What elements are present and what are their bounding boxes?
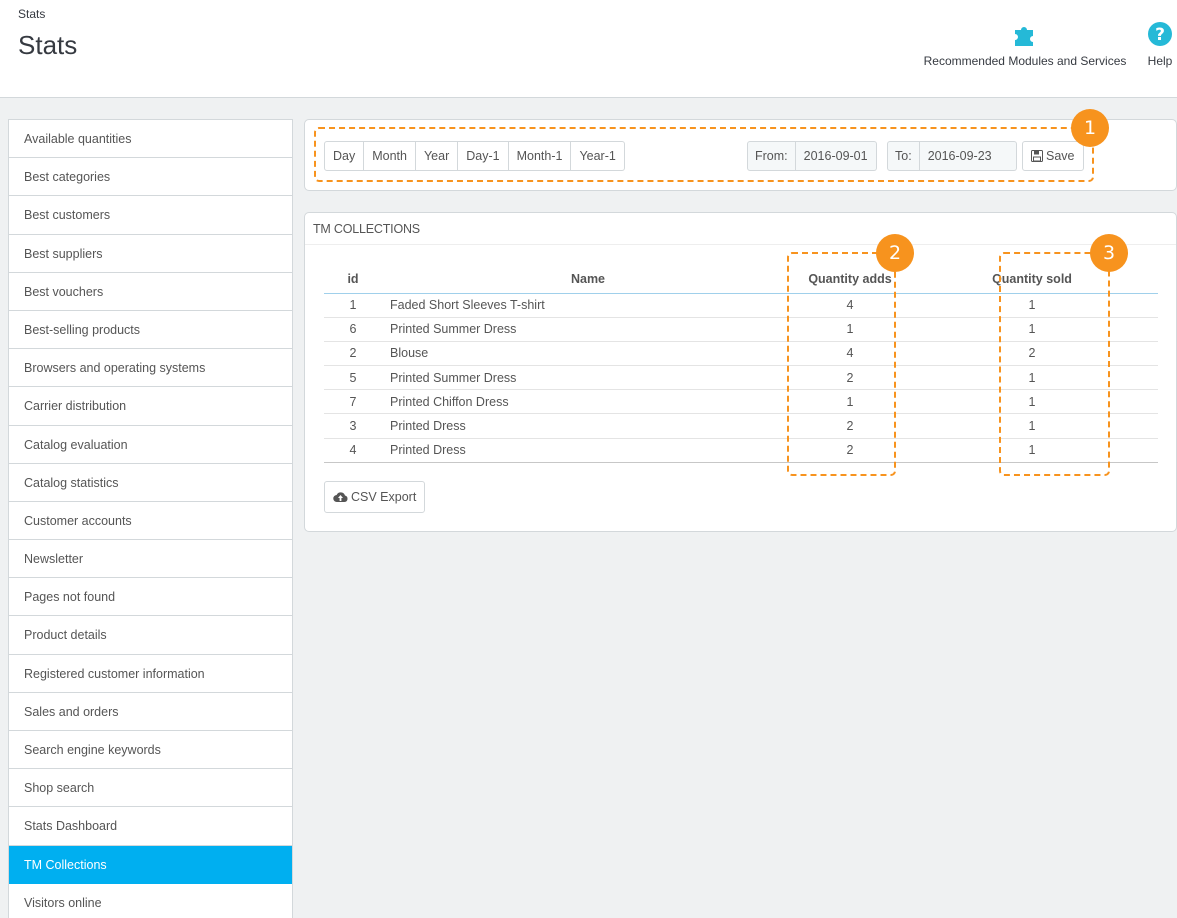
cell-id: 7 <box>324 389 382 415</box>
period-button-year-1[interactable]: Year-1 <box>571 141 625 171</box>
cell-id: 2 <box>324 341 382 367</box>
sidebar-item-product-details[interactable]: Product details <box>9 616 292 655</box>
sidebar-item-registered-customer-information[interactable]: Registered customer information <box>9 655 292 693</box>
cell-quantity-sold: 1 <box>906 413 1158 439</box>
table-row: 3 Printed Dress 2 1 <box>324 413 1158 439</box>
save-button[interactable]: Save <box>1022 141 1084 171</box>
csv-export-label: CSV Export <box>351 490 417 504</box>
puzzle-icon <box>918 20 1132 48</box>
cell-name: Printed Summer Dress <box>382 317 794 342</box>
period-button-group: Day Month Year Day-1 Month-1 Year-1 <box>324 141 625 171</box>
cell-quantity-sold: 2 <box>906 341 1158 367</box>
annotation-badge-2: 2 <box>876 234 914 272</box>
sidebar-item-stats-dashboard[interactable]: Stats Dashboard <box>9 807 292 846</box>
date-to-group: To: 2016-09-23 <box>887 141 1017 171</box>
sidebar-item-visitors-online[interactable]: Visitors online <box>9 884 292 918</box>
sidebar-item-best-customers[interactable]: Best customers <box>9 196 292 235</box>
column-header-id: id <box>324 265 382 294</box>
cell-name: Printed Chiffon Dress <box>382 389 794 415</box>
cell-quantity-sold: 1 <box>906 389 1158 415</box>
date-from-input[interactable]: 2016-09-01 <box>795 141 877 171</box>
cell-quantity-adds: 2 <box>794 438 906 463</box>
cell-quantity-adds: 2 <box>794 365 906 391</box>
help-button[interactable]: ? Help <box>1143 20 1177 68</box>
period-button-month-1[interactable]: Month-1 <box>508 141 572 171</box>
cell-id: 5 <box>324 365 382 391</box>
sidebar-item-best-vouchers[interactable]: Best vouchers <box>9 273 292 311</box>
cell-id: 4 <box>324 438 382 463</box>
cell-quantity-adds: 4 <box>794 341 906 367</box>
table-row: 5 Printed Summer Dress 2 1 <box>324 365 1158 391</box>
column-header-quantity-sold: Quantity sold <box>906 265 1158 294</box>
cell-name: Blouse <box>382 341 794 367</box>
column-header-name: Name <box>382 265 794 294</box>
help-label: Help <box>1147 54 1173 68</box>
panel-heading: TM COLLECTIONS <box>313 222 420 236</box>
cell-name: Printed Dress <box>382 438 794 463</box>
csv-export-button[interactable]: CSV Export <box>324 481 426 513</box>
sidebar-item-best-selling-products[interactable]: Best-selling products <box>9 311 292 350</box>
table-header-row: id Name Quantity adds Quantity sold <box>324 265 1158 294</box>
tm-collections-panel: TM COLLECTIONS id Name Quantity adds Qua… <box>304 212 1177 532</box>
sidebar-item-customer-accounts[interactable]: Customer accounts <box>9 502 292 541</box>
stats-module-list: Available quantities Best categories Best … <box>8 119 293 918</box>
period-button-day-1[interactable]: Day-1 <box>458 141 509 171</box>
question-circle-icon: ? <box>1143 20 1177 48</box>
date-to-label: To: <box>887 141 920 171</box>
sidebar-item-carrier-distribution[interactable]: Carrier distribution <box>9 387 292 426</box>
collections-table: id Name Quantity adds Quantity sold 1 Fad… <box>324 265 1158 463</box>
save-label: Save <box>1046 149 1075 163</box>
table-row: 1 Faded Short Sleeves T-shirt 4 1 <box>324 293 1158 318</box>
sidebar-item-best-suppliers[interactable]: Best suppliers <box>9 235 292 273</box>
cell-id: 1 <box>324 293 382 318</box>
table-row: 6 Printed Summer Dress 1 1 <box>324 317 1158 342</box>
table-row: 7 Printed Chiffon Dress 1 1 <box>324 389 1158 415</box>
cell-quantity-sold: 1 <box>906 293 1158 318</box>
page-header: Stats Stats Recommended Modules and Serv… <box>0 0 1177 98</box>
cell-name: Faded Short Sleeves T-shirt <box>382 293 794 318</box>
table-row: 2 Blouse 4 2 <box>324 341 1158 367</box>
cell-name: Printed Summer Dress <box>382 365 794 391</box>
cloud-upload-icon <box>333 492 348 503</box>
period-button-year[interactable]: Year <box>415 141 459 171</box>
sidebar-item-search-engine-keywords[interactable]: Search engine keywords <box>9 731 292 770</box>
cell-name: Printed Dress <box>382 413 794 439</box>
cell-quantity-sold: 1 <box>906 438 1158 463</box>
date-from-label: From: <box>747 141 796 171</box>
sidebar-item-sales-and-orders[interactable]: Sales and orders <box>9 693 292 731</box>
cell-quantity-adds: 1 <box>794 389 906 415</box>
annotation-badge-3: 3 <box>1090 234 1128 272</box>
cell-id: 6 <box>324 317 382 342</box>
table-row: 4 Printed Dress 2 1 <box>324 438 1158 463</box>
sidebar-item-newsletter[interactable]: Newsletter <box>9 540 292 579</box>
sidebar-item-pages-not-found[interactable]: Pages not found <box>9 578 292 617</box>
sidebar-item-browsers-and-operating-systems[interactable]: Browsers and operating systems <box>9 349 292 388</box>
cell-quantity-sold: 1 <box>906 365 1158 391</box>
date-to-input[interactable]: 2016-09-23 <box>919 141 1017 171</box>
cell-quantity-sold: 1 <box>906 317 1158 342</box>
cell-quantity-adds: 4 <box>794 293 906 318</box>
cell-quantity-adds: 2 <box>794 413 906 439</box>
sidebar-item-best-categories[interactable]: Best categories <box>9 158 292 197</box>
recommended-modules-label: Recommended Modules and Services <box>923 54 1127 68</box>
cell-id: 3 <box>324 413 382 439</box>
page-title: Stats <box>18 30 78 60</box>
panel-heading-divider <box>305 244 1176 245</box>
sidebar-item-available-quantities[interactable]: Available quantities <box>9 120 292 159</box>
sidebar-item-catalog-evaluation[interactable]: Catalog evaluation <box>9 426 292 464</box>
date-from-group: From: 2016-09-01 <box>747 141 877 171</box>
period-button-day[interactable]: Day <box>324 141 365 171</box>
floppy-disk-icon <box>1031 150 1043 162</box>
sidebar-item-catalog-statistics[interactable]: Catalog statistics <box>9 464 292 502</box>
period-button-month[interactable]: Month <box>364 141 416 171</box>
sidebar-item-shop-search[interactable]: Shop search <box>9 769 292 808</box>
recommended-modules-button[interactable]: Recommended Modules and Services <box>918 20 1132 68</box>
annotation-badge-1: 1 <box>1071 109 1109 147</box>
svg-text:?: ? <box>1155 25 1165 45</box>
sidebar-item-tm-collections[interactable]: TM Collections <box>9 845 292 884</box>
date-range-panel: Day Month Year Day-1 Month-1 Year-1 From: 201… <box>304 119 1177 191</box>
cell-quantity-adds: 1 <box>794 317 906 342</box>
breadcrumb[interactable]: Stats <box>18 7 45 21</box>
